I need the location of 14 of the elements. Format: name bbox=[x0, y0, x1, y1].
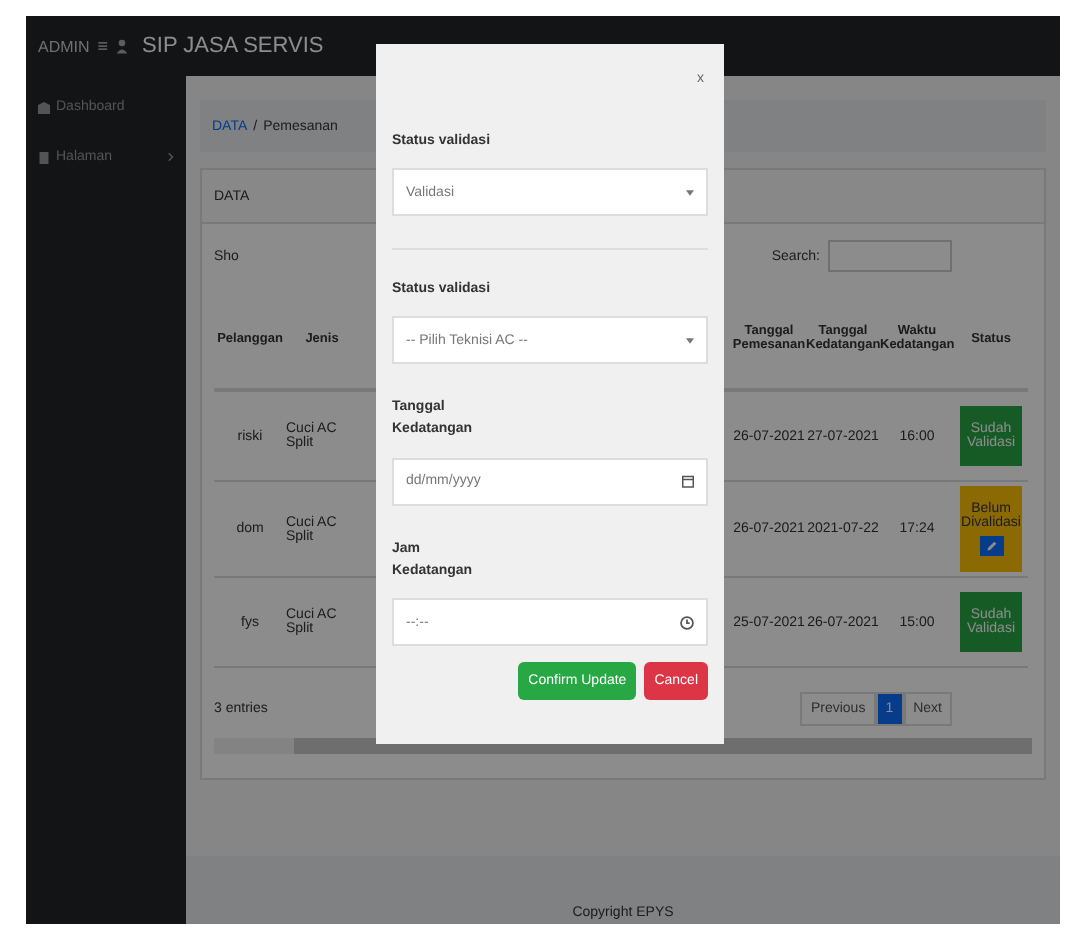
dashboard-icon bbox=[38, 101, 50, 113]
clock-icon bbox=[680, 615, 694, 629]
user-icon[interactable] bbox=[116, 38, 129, 54]
chevron-icon bbox=[168, 152, 174, 162]
edit-button[interactable] bbox=[979, 536, 1003, 556]
page-icon bbox=[38, 151, 50, 163]
dropdown-caret-icon bbox=[686, 337, 694, 344]
menu-toggle[interactable]: ≡ bbox=[97, 36, 109, 56]
pencil-icon bbox=[985, 540, 997, 552]
dropdown-caret-icon bbox=[686, 189, 694, 196]
brand-title[interactable]: SIP JASA SERVIS bbox=[142, 34, 324, 58]
search-field[interactable] bbox=[828, 240, 952, 272]
admin-label[interactable]: ADMIN bbox=[38, 37, 90, 55]
calendar-icon bbox=[682, 474, 694, 489]
